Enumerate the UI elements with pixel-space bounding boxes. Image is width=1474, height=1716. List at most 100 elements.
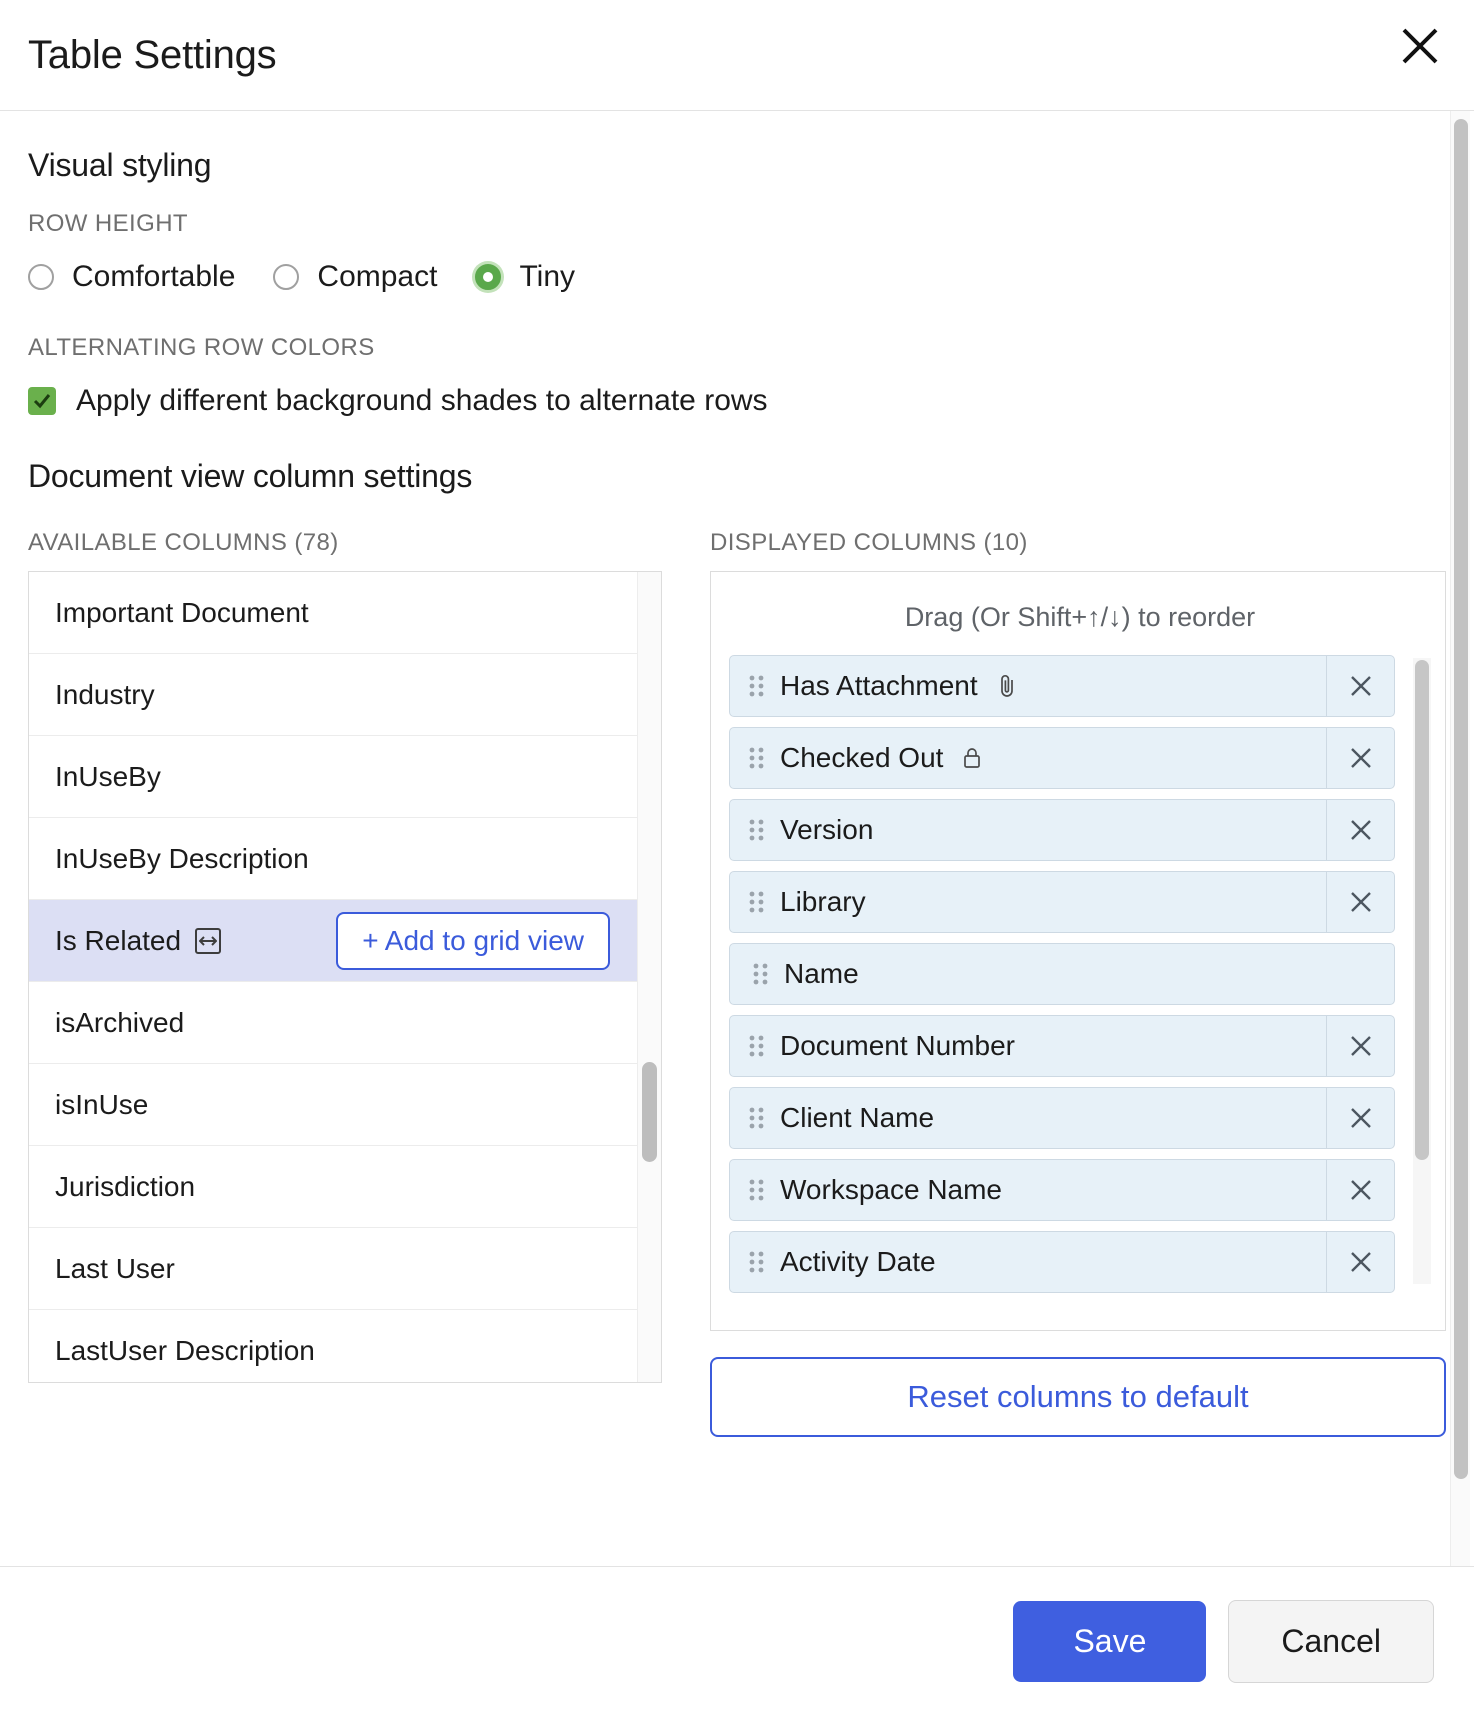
dialog-header: Table Settings (0, 0, 1474, 111)
displayed-item[interactable]: Version (729, 799, 1395, 861)
drag-handle-icon[interactable] (752, 961, 770, 987)
list-item[interactable]: Industry (29, 654, 638, 736)
displayed-item[interactable]: Name (729, 943, 1395, 1005)
column-settings-heading: Document view column settings (28, 458, 473, 494)
column-settings-panels: AVAILABLE COLUMNS (78) Important Documen… (28, 503, 1446, 1437)
displayed-item-label: Activity Date (780, 1246, 936, 1277)
available-item-label: InUseBy Description (55, 842, 309, 874)
remove-column-button[interactable] (1326, 656, 1394, 716)
table-settings-dialog: Table Settings Visual styling ROW HEIGHT… (0, 0, 1474, 1716)
close-icon (1398, 24, 1442, 68)
cancel-button[interactable]: Cancel (1228, 1600, 1434, 1683)
available-item-label: Important Document (55, 596, 309, 628)
radio-comfortable-label: Comfortable (72, 260, 236, 293)
scrollbar-thumb[interactable] (1454, 119, 1468, 1479)
displayed-item-label: Has Attachment (780, 670, 978, 701)
displayed-item-main[interactable]: Has Attachment (730, 656, 1326, 716)
displayed-item-main[interactable]: Workspace Name (730, 1160, 1326, 1220)
displayed-item-main[interactable]: Document Number (730, 1016, 1326, 1076)
list-item[interactable]: isInUse (29, 1064, 638, 1146)
displayed-item[interactable]: Has Attachment (729, 655, 1395, 717)
drag-handle-icon[interactable] (748, 1249, 766, 1275)
save-button[interactable]: Save (1013, 1601, 1207, 1682)
drag-handle-icon[interactable] (748, 889, 766, 915)
displayed-item-main[interactable]: Activity Date (730, 1232, 1326, 1292)
dialog-scrollbar[interactable] (1450, 111, 1470, 1566)
drag-handle-icon[interactable] (748, 745, 766, 771)
displayed-item[interactable]: Activity Date (729, 1231, 1395, 1293)
displayed-item-main[interactable]: Version (730, 800, 1326, 860)
available-columns-label: AVAILABLE COLUMNS (78) (28, 529, 339, 556)
lock-icon (961, 745, 983, 771)
list-item[interactable]: Last User (29, 1228, 638, 1310)
drag-handle-icon[interactable] (748, 1033, 766, 1059)
displayed-item[interactable]: Document Number (729, 1015, 1395, 1077)
radio-circle-icon (273, 264, 300, 290)
row-height-label: ROW HEIGHT (28, 210, 188, 237)
available-item-label: isInUse (55, 1088, 149, 1120)
radio-compact-label: Compact (317, 260, 438, 293)
displayed-item-label: Workspace Name (780, 1174, 1003, 1205)
radio-comfortable[interactable]: Comfortable (28, 260, 235, 294)
remove-column-button[interactable] (1326, 872, 1394, 932)
list-item[interactable]: Important Document (29, 572, 638, 654)
radio-tiny[interactable]: Tiny (475, 260, 575, 294)
drag-reorder-hint: Drag (Or Shift+↑/↓) to reorder (904, 602, 1256, 632)
displayed-item-label: Version (780, 814, 874, 845)
displayed-item-main[interactable]: Library (730, 872, 1326, 932)
alternating-rows-checkbox-label: Apply different background shades to alt… (76, 384, 768, 417)
paperclip-icon (996, 673, 1018, 699)
radio-circle-selected-icon (475, 264, 502, 290)
displayed-item-label: Library (780, 886, 866, 917)
drag-handle-icon[interactable] (748, 817, 766, 843)
scrollbar-thumb[interactable] (1415, 660, 1429, 1160)
displayed-item-main[interactable]: Name (730, 944, 1394, 1004)
list-item[interactable]: LastUser Description (29, 1310, 638, 1382)
radio-compact[interactable]: Compact (273, 260, 437, 294)
reset-columns-button[interactable]: Reset columns to default (710, 1357, 1446, 1437)
remove-column-button[interactable] (1326, 1016, 1394, 1076)
available-list-scrollbar[interactable] (637, 572, 661, 1382)
list-item[interactable]: isArchived (29, 982, 638, 1064)
available-item-label: Last User (55, 1252, 175, 1284)
resize-horizontal-icon (195, 927, 222, 954)
displayed-item[interactable]: Checked Out (729, 727, 1395, 789)
displayed-item[interactable]: Client Name (729, 1087, 1395, 1149)
displayed-item-main[interactable]: Client Name (730, 1088, 1326, 1148)
remove-column-button[interactable] (1326, 728, 1394, 788)
list-item[interactable]: InUseBy (29, 736, 638, 818)
row-height-radio-group: Comfortable Compact Tiny (28, 260, 1446, 294)
available-columns-list[interactable]: Important Document Industry InUseBy InUs… (28, 571, 662, 1383)
available-item-label: Is Related (55, 924, 182, 956)
remove-column-button[interactable] (1326, 1232, 1394, 1292)
close-button[interactable] (1388, 14, 1452, 78)
displayed-columns-panel: DISPLAYED COLUMNS (10) Drag (Or Shift+↑/… (688, 503, 1446, 1437)
remove-column-button[interactable] (1326, 1160, 1394, 1220)
remove-column-button[interactable] (1326, 800, 1394, 860)
remove-column-button[interactable] (1326, 1088, 1394, 1148)
alternating-row-colors-label: ALTERNATING ROW COLORS (28, 334, 375, 361)
dialog-footer: Save Cancel (0, 1566, 1474, 1716)
available-item-label: isArchived (55, 1006, 185, 1038)
add-to-grid-view-button[interactable]: + Add to grid view (336, 911, 610, 970)
scrollbar-thumb[interactable] (642, 1062, 657, 1162)
displayed-item-main[interactable]: Checked Out (730, 728, 1326, 788)
displayed-item-label: Client Name (780, 1102, 935, 1133)
radio-tiny-label: Tiny (519, 260, 576, 293)
displayed-item-label: Document Number (780, 1030, 1015, 1061)
drag-handle-icon[interactable] (748, 1105, 766, 1131)
drag-handle-icon[interactable] (748, 1177, 766, 1203)
displayed-columns-label: DISPLAYED COLUMNS (10) (710, 529, 1028, 556)
displayed-list-scrollbar[interactable] (1413, 658, 1431, 1284)
list-item[interactable]: Jurisdiction (29, 1146, 638, 1228)
available-item-label: Jurisdiction (55, 1170, 196, 1202)
drag-handle-icon[interactable] (748, 673, 766, 699)
available-item-label: LastUser Description (55, 1334, 315, 1366)
checkbox-checked-icon (28, 387, 56, 415)
list-item[interactable]: InUseBy Description (29, 818, 638, 900)
alternating-rows-checkbox[interactable]: Apply different background shades to alt… (28, 384, 1446, 418)
list-item-selected[interactable]: Is Related + Add to grid view (29, 900, 638, 982)
displayed-columns-list[interactable]: Has Attachment Checked Out Version Libra… (729, 655, 1431, 1305)
displayed-item[interactable]: Workspace Name (729, 1159, 1395, 1221)
displayed-item[interactable]: Library (729, 871, 1395, 933)
